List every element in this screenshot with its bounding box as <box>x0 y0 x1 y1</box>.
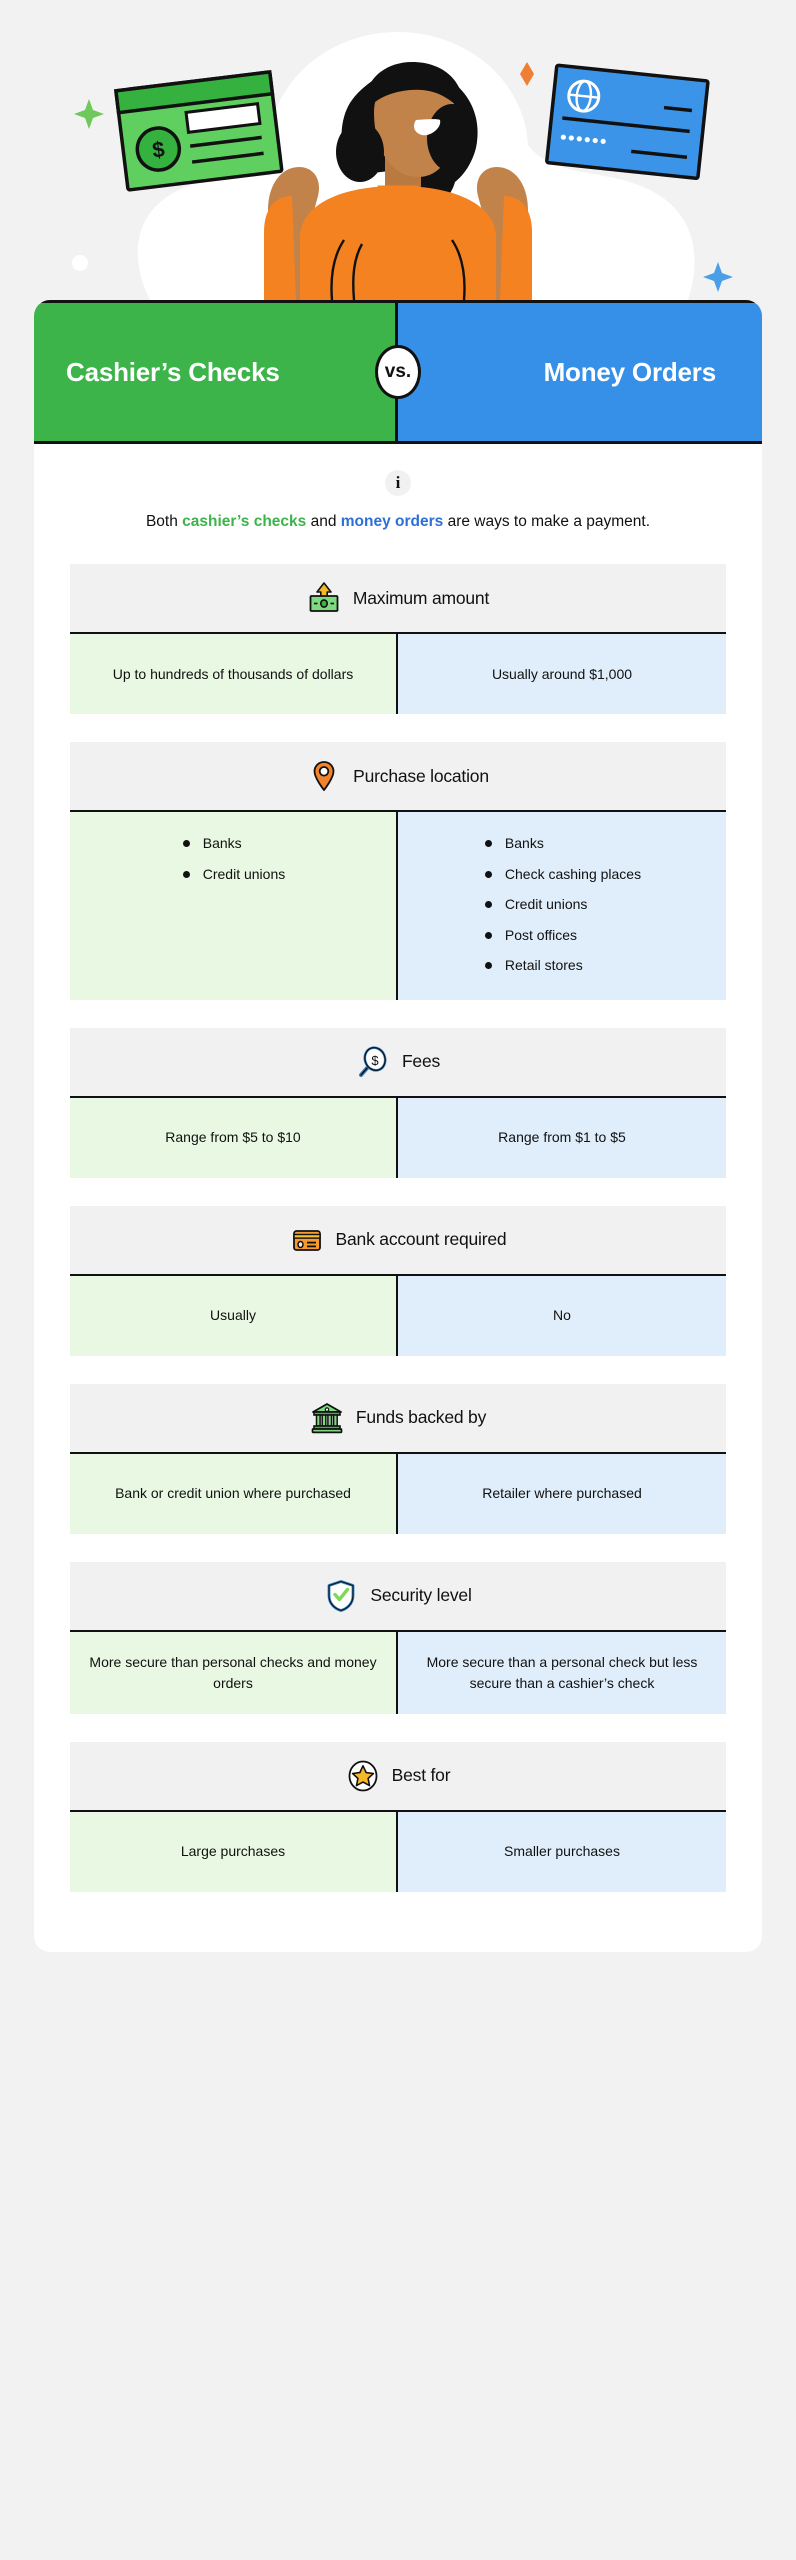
row-body: Range from $5 to $10 Range from $1 to $5 <box>70 1097 726 1178</box>
row-label: Purchase location <box>353 765 489 786</box>
intro-section: i Both cashier’s checks and money orders… <box>34 444 762 564</box>
row-maximum-amount: Maximum amount Up to hundreds of thousan… <box>70 564 726 715</box>
info-glyph: i <box>395 473 401 492</box>
map-pin-icon <box>307 759 341 793</box>
row-body: More secure than personal checks and mon… <box>70 1631 726 1714</box>
row-security-level: Security level More secure than personal… <box>70 1561 726 1714</box>
cell-left: Large purchases <box>70 1811 398 1892</box>
infographic-page: $ Cashier’s Checks Money Orders vs. i Bo… <box>0 0 796 2560</box>
intro-term-cashiers-checks: cashier’s checks <box>182 513 307 530</box>
row-label: Best for <box>391 1765 451 1786</box>
row-fees: $ Fees Range from $5 to $10 Range from $… <box>70 1027 726 1178</box>
comparison-card: Cashier’s Checks Money Orders vs. i Both… <box>34 300 762 1952</box>
intro-middle: and <box>306 513 341 530</box>
row-bank-account-required: Bank account required Usually No <box>70 1205 726 1356</box>
list-item: Credit unions <box>483 895 641 915</box>
row-body: Banks Credit unions Banks Check cashing … <box>70 812 726 1000</box>
row-header: Maximum amount <box>70 564 726 635</box>
list-item: Credit unions <box>181 865 285 885</box>
row-label: Bank account required <box>335 1229 507 1250</box>
row-body: Large purchases Smaller purchases <box>70 1811 726 1892</box>
right-list: Banks Check cashing places Credit unions… <box>483 834 641 976</box>
intro-prefix: Both <box>145 513 183 530</box>
cell-left: Banks Credit unions <box>70 812 398 1000</box>
row-label: Fees <box>401 1051 441 1072</box>
money-bill-up-arrow-icon <box>307 581 341 615</box>
row-header: Security level <box>70 1561 726 1632</box>
list-item: Post offices <box>483 926 641 946</box>
row-header: Purchase location <box>70 742 726 813</box>
cell-right: Banks Check cashing places Credit unions… <box>398 812 726 1000</box>
svg-text:$: $ <box>371 1053 379 1068</box>
header-left-cashiers-checks: Cashier’s Checks <box>34 303 398 441</box>
row-body: Bank or credit union where purchased Ret… <box>70 1453 726 1534</box>
row-best-for: Best for Large purchases Smaller purchas… <box>70 1741 726 1892</box>
bank-building-icon <box>310 1401 344 1435</box>
info-icon: i <box>385 470 411 496</box>
cell-right: No <box>398 1275 726 1356</box>
header-right-title: Money Orders <box>543 356 717 387</box>
star-circle-icon <box>346 1759 380 1793</box>
cell-right: Smaller purchases <box>398 1811 726 1892</box>
list-item: Check cashing places <box>483 865 641 885</box>
vs-label: vs. <box>384 361 412 382</box>
cell-right: More secure than a personal check but le… <box>398 1631 726 1714</box>
row-header: $ Fees <box>70 1027 726 1098</box>
credit-card-icon <box>290 1223 324 1257</box>
row-label: Funds backed by <box>355 1407 487 1428</box>
row-body: Usually No <box>70 1275 726 1356</box>
cell-left: Usually <box>70 1275 398 1356</box>
row-label: Maximum amount <box>352 587 490 608</box>
row-label: Security level <box>370 1585 472 1606</box>
header-left-title: Cashier’s Checks <box>66 356 280 387</box>
cell-left: More secure than personal checks and mon… <box>70 1631 398 1714</box>
cashiers-check-illustration: $ <box>113 69 284 192</box>
intro-text: Both cashier’s checks and money orders a… <box>74 510 722 534</box>
row-header: Funds backed by <box>70 1383 726 1454</box>
cell-right: Retailer where purchased <box>398 1453 726 1534</box>
row-header: Best for <box>70 1741 726 1812</box>
comparison-rows: Maximum amount Up to hundreds of thousan… <box>34 564 762 1952</box>
shield-check-icon <box>324 1579 358 1613</box>
row-header: Bank account required <box>70 1205 726 1276</box>
row-purchase-location: Purchase location Banks Credit unions Ba… <box>70 742 726 1000</box>
left-list: Banks Credit unions <box>181 834 286 885</box>
row-body: Up to hundreds of thousands of dollars U… <box>70 634 726 715</box>
list-item: Banks <box>181 834 286 854</box>
intro-suffix: are ways to make a payment. <box>443 513 651 530</box>
comparison-header: Cashier’s Checks Money Orders vs. <box>34 300 762 444</box>
hero-illustration: $ <box>0 0 796 300</box>
magnifier-dollar-icon: $ <box>356 1045 390 1079</box>
header-right-money-orders: Money Orders <box>398 303 762 441</box>
money-order-illustration <box>545 63 710 181</box>
cell-right: Usually around $1,000 <box>398 634 726 715</box>
list-item: Retail stores <box>483 956 641 976</box>
cell-left: Up to hundreds of thousands of dollars <box>70 634 398 715</box>
cell-left: Range from $5 to $10 <box>70 1097 398 1178</box>
row-funds-backed-by: Funds backed by Bank or credit union whe… <box>70 1383 726 1534</box>
cell-right: Range from $1 to $5 <box>398 1097 726 1178</box>
list-item: Banks <box>483 834 641 854</box>
intro-term-money-orders: money orders <box>340 513 444 530</box>
cell-left: Bank or credit union where purchased <box>70 1453 398 1534</box>
vs-badge: vs. <box>375 345 421 399</box>
